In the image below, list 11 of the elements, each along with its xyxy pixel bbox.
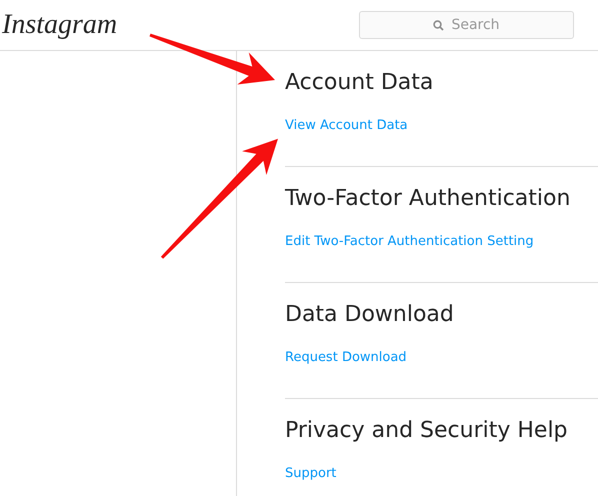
settings-link[interactable]: View Account Data bbox=[285, 116, 408, 136]
section-heading: Privacy and Security Help bbox=[285, 418, 569, 444]
settings-link[interactable]: Request Download bbox=[285, 348, 407, 368]
section-heading: Two-Factor Authentication bbox=[285, 186, 572, 212]
settings-link[interactable]: Support bbox=[285, 464, 336, 484]
search-field[interactable]: Search bbox=[359, 11, 574, 39]
instagram-logo[interactable]: Instagram bbox=[2, 11, 118, 39]
section-heading: Data Download bbox=[285, 302, 455, 328]
settings-link[interactable]: Edit Two-Factor Authentication Setting bbox=[285, 232, 534, 252]
section-heading: Account Data bbox=[285, 70, 434, 96]
search-icon bbox=[433, 20, 444, 31]
